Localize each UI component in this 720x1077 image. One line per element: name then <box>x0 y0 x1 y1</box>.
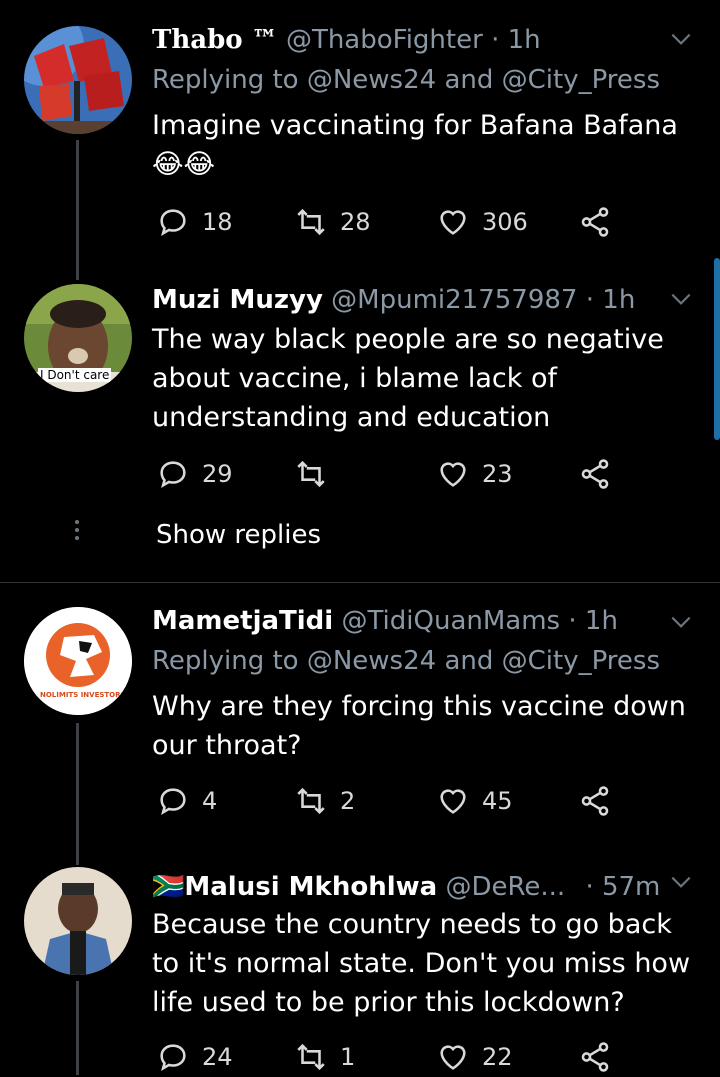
thread-line <box>76 258 79 280</box>
like-count: 23 <box>482 460 513 488</box>
tweet-text: Imagine vaccinating for Bafana Bafana 😂😂 <box>152 106 692 184</box>
retweet-count: 28 <box>340 208 371 236</box>
timestamp: · 1h <box>568 606 618 636</box>
like-count: 306 <box>482 208 528 236</box>
timestamp: · 57m <box>585 872 661 902</box>
tweet-header: Thabo ™ @ThaboFighter · 1h <box>152 22 660 58</box>
tweet-actions: 29 23 <box>152 454 632 494</box>
heart-icon <box>440 210 466 235</box>
tweet-actions: 24 1 22 <box>152 1037 632 1077</box>
handle[interactable]: @ThaboFighter <box>286 25 483 55</box>
avatar-caption: NOLIMITS INVESTORS <box>40 691 126 699</box>
more-dots <box>74 520 80 544</box>
share-button[interactable] <box>578 202 612 242</box>
retweet-icon <box>297 787 325 815</box>
timestamp: · 1h <box>585 285 636 315</box>
scrollbar[interactable] <box>714 258 720 440</box>
tweet-text: Because the country needs to go back to … <box>152 909 691 1018</box>
replying-to[interactable]: Replying to @News24 and @City_Press <box>152 643 660 679</box>
tweet-text: Why are they forcing this vaccine down o… <box>152 691 686 761</box>
thread-line <box>76 140 79 258</box>
share-icon <box>581 1042 609 1072</box>
show-replies-link[interactable]: Show replies <box>156 520 321 550</box>
like-button[interactable]: 22 <box>436 1037 513 1077</box>
reply-count: 18 <box>202 208 233 236</box>
retweet-button[interactable]: 2 <box>294 781 355 821</box>
avatar-malusi[interactable] <box>24 867 132 975</box>
handle[interactable]: @DeRe... <box>445 872 565 902</box>
timestamp: · 1h <box>491 25 541 55</box>
tweet-header: 🇿🇦Malusi Mkhohlwa @DeRe... · 57m <box>152 869 660 905</box>
tweet-actions: 18 28 306 <box>152 202 632 242</box>
like-button[interactable]: 45 <box>436 781 513 821</box>
tweet-header: MametjaTidi @TidiQuanMams · 1h <box>152 603 660 639</box>
reply-icon <box>160 788 186 815</box>
chevron-down-icon[interactable] <box>668 286 694 312</box>
reply-icon <box>160 461 186 488</box>
heart-icon <box>440 789 466 814</box>
avatar-caption: I Don't care <box>38 368 112 382</box>
tweet-header: Muzi Muzyy @Mpumi21757987 · 1h <box>152 282 660 318</box>
like-button[interactable]: 306 <box>436 202 528 242</box>
tweet-mametja[interactable]: NOLIMITS INVESTORS MametjaTidi @TidiQuan… <box>0 583 720 853</box>
handle[interactable]: @Mpumi21757987 <box>331 285 577 315</box>
retweet-icon <box>297 1043 325 1071</box>
share-icon <box>581 459 609 489</box>
thread-line <box>76 853 79 865</box>
share-button[interactable] <box>578 454 612 494</box>
share-button[interactable] <box>578 1037 612 1077</box>
retweet-button[interactable]: 1 <box>294 1037 355 1077</box>
thread-line <box>76 981 79 1075</box>
like-count: 45 <box>482 787 513 815</box>
tweet-actions: 4 2 45 <box>152 781 632 821</box>
retweet-icon <box>297 460 325 488</box>
reply-count: 4 <box>202 787 218 815</box>
reply-button[interactable]: 29 <box>156 454 233 494</box>
share-icon <box>581 786 609 816</box>
display-name[interactable]: Thabo ™ <box>152 25 278 55</box>
retweet-button[interactable]: 28 <box>294 202 371 242</box>
share-icon <box>581 207 609 237</box>
reply-count: 29 <box>202 460 233 488</box>
thread-line <box>76 723 79 853</box>
heart-icon <box>440 462 466 487</box>
retweet-count: 1 <box>340 1043 356 1071</box>
reply-icon <box>160 209 186 236</box>
tweet-malusi[interactable]: 🇿🇦Malusi Mkhohlwa @DeRe... · 57m Because… <box>0 853 720 1075</box>
reply-icon <box>160 1044 186 1071</box>
tweet-text: The way black people are so negative abo… <box>152 324 664 433</box>
tweet-thabo[interactable]: Thabo ™ @ThaboFighter · 1h Replying to @… <box>0 0 720 258</box>
reply-button[interactable]: 4 <box>156 781 217 821</box>
tweet-emoji: 😂😂 <box>152 149 216 180</box>
avatar-muzi[interactable]: I Don't care <box>24 284 132 392</box>
like-button[interactable]: 23 <box>436 454 513 494</box>
tweet-text-line: Imagine vaccinating for Bafana Bafana <box>152 110 678 141</box>
handle[interactable]: @TidiQuanMams <box>341 606 560 636</box>
reply-button[interactable]: 24 <box>156 1037 233 1077</box>
chevron-down-icon[interactable] <box>668 26 694 52</box>
avatar-thabo[interactable] <box>24 26 132 134</box>
retweet-icon <box>297 208 325 236</box>
replying-to[interactable]: Replying to @News24 and @City_Press <box>152 62 660 98</box>
reply-count: 24 <box>202 1043 233 1071</box>
retweet-button[interactable] <box>294 454 340 494</box>
avatar-mametja[interactable]: NOLIMITS INVESTORS <box>24 607 132 715</box>
tweet-muzi[interactable]: I Don't care Muzi Muzyy @Mpumi21757987 ·… <box>0 258 720 582</box>
flag-icon: 🇿🇦 <box>152 872 185 902</box>
display-name[interactable]: Malusi Mkhohlwa <box>184 872 437 902</box>
display-name[interactable]: MametjaTidi <box>152 606 333 636</box>
chevron-down-icon[interactable] <box>668 869 694 895</box>
chevron-down-icon[interactable] <box>668 609 694 635</box>
display-name[interactable]: Muzi Muzyy <box>152 285 323 315</box>
reply-button[interactable]: 18 <box>156 202 233 242</box>
heart-icon <box>440 1045 466 1070</box>
retweet-count: 2 <box>340 787 356 815</box>
share-button[interactable] <box>578 781 612 821</box>
like-count: 22 <box>482 1043 513 1071</box>
